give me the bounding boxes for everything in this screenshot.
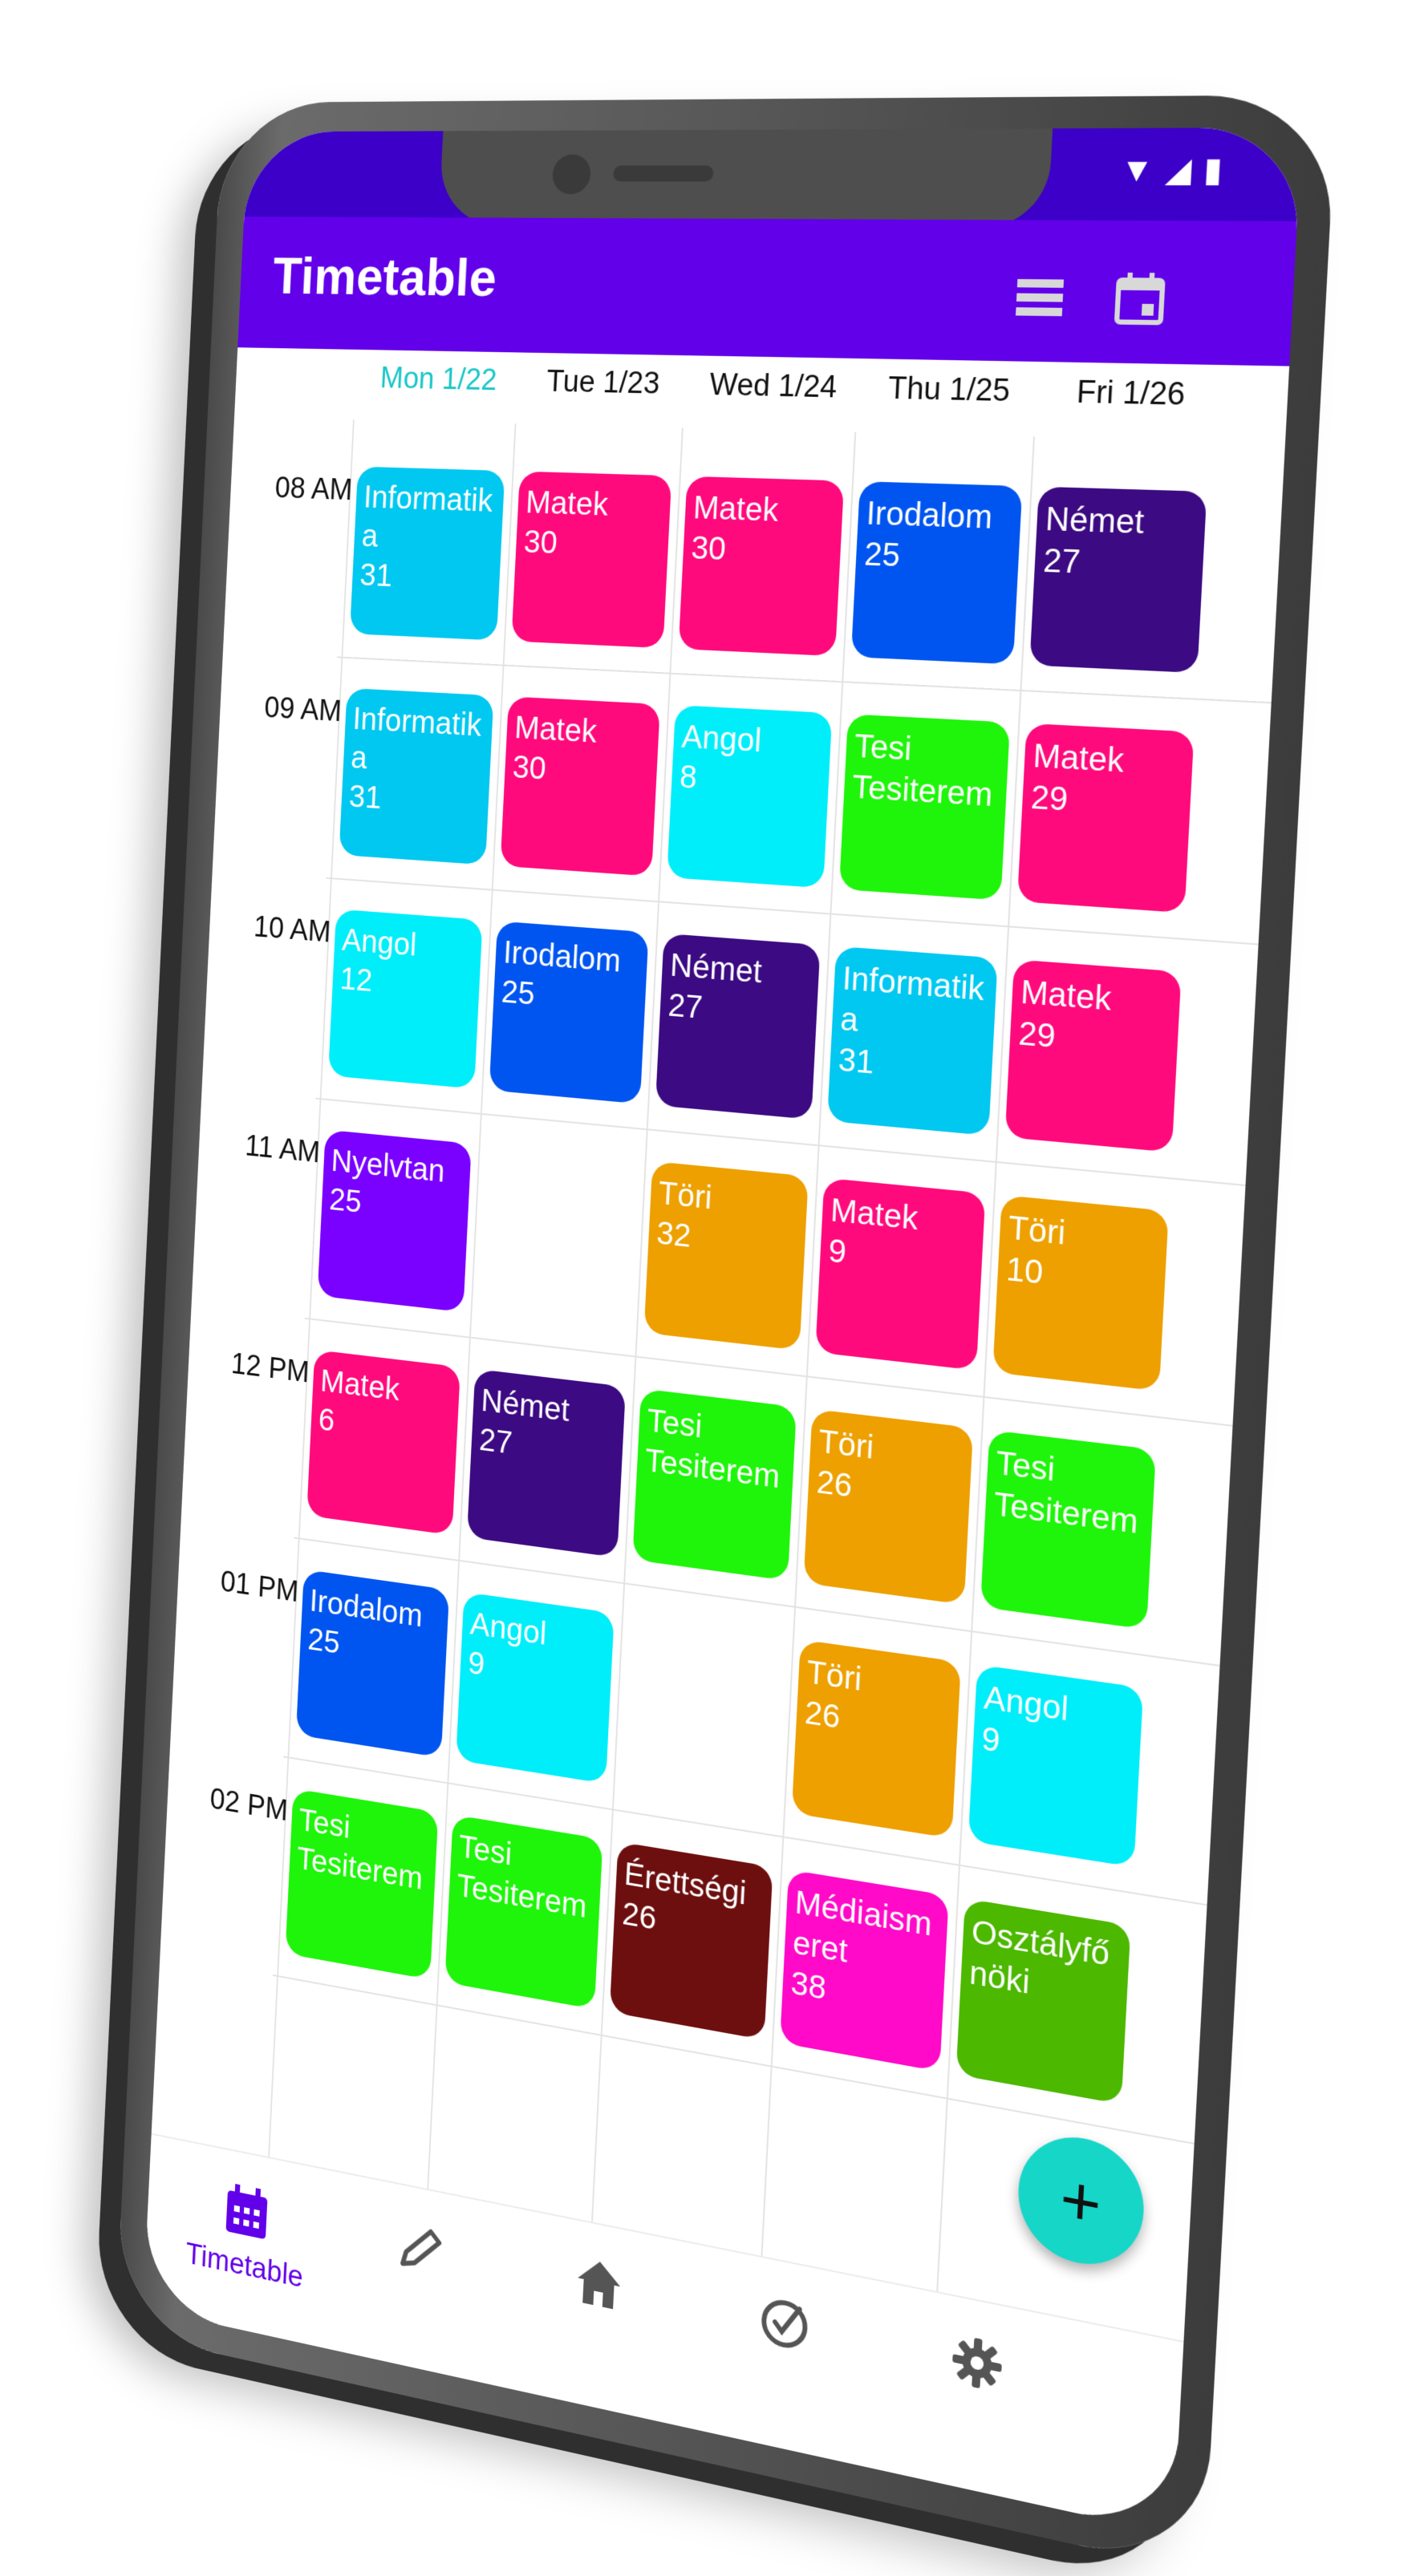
lesson-card[interactable]: Irodalom 25 bbox=[489, 921, 649, 1104]
list-view-icon bbox=[1015, 278, 1065, 317]
day-header-0[interactable]: Mon 1/22 bbox=[357, 362, 521, 399]
lesson-card[interactable]: Angol 12 bbox=[328, 909, 483, 1089]
lesson-card[interactable]: Tesi Tesiterem bbox=[980, 1430, 1156, 1630]
lesson-subject: Informatika bbox=[360, 480, 494, 554]
lesson-card[interactable]: Osztályfőnöki bbox=[955, 1898, 1131, 2104]
nav-item-gear[interactable] bbox=[895, 2318, 1061, 2413]
lesson-card[interactable]: Német 27 bbox=[655, 933, 821, 1120]
lesson-card[interactable]: Informatika 31 bbox=[349, 466, 505, 641]
gear-icon bbox=[949, 2329, 1004, 2401]
timetable-grid: 08 AM 09 AM 10 AM 11 AM 12 PM 01 PM 02 PM Infor… bbox=[152, 417, 1285, 2343]
lesson-card[interactable]: Töri 10 bbox=[992, 1194, 1169, 1391]
lesson-subject: Angol bbox=[680, 719, 763, 759]
check-circle-icon bbox=[757, 2290, 811, 2360]
lesson-card[interactable]: Angol 8 bbox=[667, 705, 833, 889]
lesson-card[interactable]: Német 27 bbox=[1029, 486, 1207, 674]
lesson-card[interactable]: Matek 30 bbox=[678, 476, 845, 657]
lesson-card[interactable]: Töri 26 bbox=[791, 1639, 961, 1839]
time-label: 09 AM bbox=[263, 691, 343, 728]
lesson-room: 31 bbox=[359, 557, 393, 593]
lesson-room: 30 bbox=[522, 524, 558, 561]
lesson-subject: Matek bbox=[525, 484, 610, 523]
lesson-room: 31 bbox=[348, 779, 383, 816]
status-icons: ▼ ◢ ▮ bbox=[1119, 151, 1223, 189]
lesson-room: 27 bbox=[1042, 542, 1081, 581]
lesson-subject: Irodalom bbox=[865, 495, 994, 537]
lesson-room: Tesiterem bbox=[851, 768, 994, 814]
lesson-room: 25 bbox=[863, 536, 902, 574]
calendar-icon bbox=[1114, 272, 1166, 326]
lesson-room: 30 bbox=[690, 530, 727, 568]
lesson-card[interactable]: Nyelvtan 25 bbox=[317, 1129, 472, 1313]
time-label: 02 PM bbox=[209, 1782, 289, 1828]
lesson-card[interactable]: Informatika 31 bbox=[827, 946, 998, 1136]
phone-frame: ▼ ◢ ▮ Timetable Mon 1/22 Tue 1/23 Wed 1/… bbox=[115, 95, 1337, 2574]
day-header-3[interactable]: Thu 1/25 bbox=[859, 371, 1040, 410]
lesson-card[interactable]: Angol 9 bbox=[456, 1592, 615, 1784]
day-header-4[interactable]: Fri 1/26 bbox=[1038, 375, 1225, 415]
lesson-card[interactable]: Tesi Tesiterem bbox=[285, 1788, 439, 1980]
lesson-card[interactable]: Informatika 31 bbox=[339, 687, 494, 865]
lesson-subject: Német bbox=[1045, 500, 1146, 541]
day-header-2[interactable]: Wed 1/24 bbox=[686, 367, 861, 406]
status-bar: ▼ ◢ ▮ bbox=[244, 127, 1303, 229]
lesson-room: 30 bbox=[511, 749, 547, 787]
lesson-room: 29 bbox=[1029, 779, 1069, 818]
lesson-card[interactable]: Matek 30 bbox=[500, 696, 660, 877]
lesson-card[interactable]: Irodalom 25 bbox=[295, 1569, 450, 1758]
lesson-card[interactable]: Tesi Tesiterem bbox=[838, 714, 1011, 901]
list-view-button[interactable] bbox=[1009, 268, 1070, 326]
lesson-card[interactable]: Matek 29 bbox=[1004, 959, 1182, 1152]
lesson-card[interactable]: Német 27 bbox=[466, 1368, 626, 1558]
lesson-card[interactable]: Matek 9 bbox=[815, 1177, 986, 1371]
speaker-grille bbox=[612, 165, 714, 182]
time-label: 10 AM bbox=[253, 910, 332, 950]
page-title: Timetable bbox=[271, 246, 498, 307]
wifi-icon: ▼ bbox=[1119, 152, 1155, 189]
nav-item-home[interactable] bbox=[521, 2242, 676, 2332]
app-screen: ▼ ◢ ▮ Timetable Mon 1/22 Tue 1/23 Wed 1/… bbox=[143, 127, 1303, 2535]
time-label: 08 AM bbox=[274, 472, 354, 507]
lesson-card[interactable]: Angol 9 bbox=[968, 1664, 1144, 1868]
nav-item-pencil[interactable] bbox=[346, 2205, 495, 2295]
time-label: 11 AM bbox=[244, 1129, 321, 1170]
app-bar: Timetable bbox=[237, 217, 1297, 367]
lesson-card[interactable]: Irodalom 25 bbox=[850, 481, 1023, 665]
lesson-room: 8 bbox=[679, 759, 698, 796]
nav-item-check-circle[interactable] bbox=[704, 2279, 865, 2372]
time-label: 01 PM bbox=[219, 1565, 300, 1609]
lesson-card[interactable]: Médiaismeret 38 bbox=[780, 1869, 949, 2072]
battery-icon: ▮ bbox=[1202, 151, 1223, 189]
lesson-card[interactable]: Matek 6 bbox=[306, 1349, 460, 1536]
calendar-icon bbox=[223, 2181, 271, 2247]
notch bbox=[438, 128, 1053, 229]
lesson-card[interactable]: Érettségi 26 bbox=[609, 1841, 773, 2040]
lesson-card[interactable]: Töri 26 bbox=[803, 1408, 974, 1605]
lesson-card[interactable]: Tesi Tesiterem bbox=[632, 1388, 797, 1582]
pencil-icon bbox=[395, 2216, 444, 2284]
lesson-subject: Osztályfőnöki bbox=[968, 1914, 1111, 2002]
calendar-view-button[interactable] bbox=[1109, 269, 1170, 329]
nav-item-calendar[interactable]: Timetable bbox=[173, 2170, 319, 2298]
lesson-subject: Informatika bbox=[839, 960, 986, 1039]
lesson-card[interactable]: Tesi Tesiterem bbox=[444, 1814, 603, 2010]
nav-item-label: Timetable bbox=[185, 2237, 304, 2295]
lesson-card[interactable]: Matek 30 bbox=[511, 471, 672, 649]
home-icon bbox=[573, 2252, 624, 2321]
lesson-subject: Matek bbox=[692, 490, 780, 529]
time-label: 12 PM bbox=[230, 1347, 310, 1390]
signal-icon: ◢ bbox=[1164, 151, 1193, 189]
lesson-subject: Informatika bbox=[350, 701, 483, 776]
day-header-1[interactable]: Tue 1/23 bbox=[519, 364, 688, 402]
lesson-card[interactable]: Matek 29 bbox=[1016, 723, 1195, 913]
lesson-card[interactable]: Töri 32 bbox=[643, 1160, 809, 1351]
camera-icon bbox=[551, 154, 592, 195]
